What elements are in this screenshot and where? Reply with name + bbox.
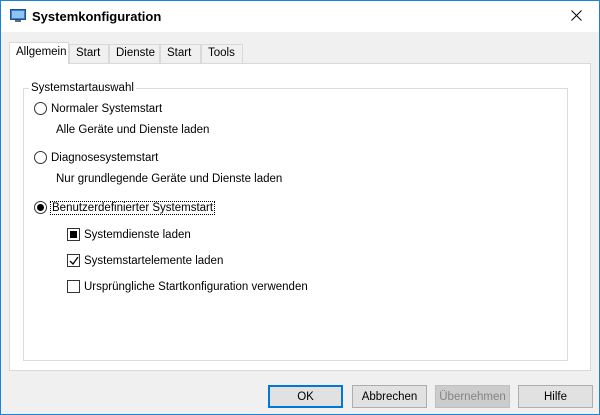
tab-label: Start xyxy=(167,47,192,59)
ok-button[interactable]: OK xyxy=(268,385,343,408)
close-icon xyxy=(571,9,582,24)
help-button[interactable]: Hilfe xyxy=(518,385,593,408)
radio-label: Diagnosesystemstart xyxy=(51,151,159,164)
apply-button[interactable]: Übernehmen xyxy=(435,385,510,408)
checkbox-label: Systemdienste laden xyxy=(84,228,191,241)
tab-label: Dienste xyxy=(116,47,155,59)
tab-label: Tools xyxy=(208,47,235,59)
tab-start-2[interactable]: Start xyxy=(160,44,201,63)
msconfig-icon xyxy=(10,9,26,23)
radio-label: Benutzerdefinierter Systemstart xyxy=(49,200,216,215)
option-description: Nur grundlegende Geräte und Dienste lade… xyxy=(56,173,283,185)
radio-label: Normaler Systemstart xyxy=(51,102,163,115)
tab-tools[interactable]: Tools xyxy=(201,44,243,63)
tab-dienste[interactable]: Dienste xyxy=(109,44,160,63)
radio-normal-startup[interactable]: Normaler Systemstart xyxy=(34,102,162,115)
tab-start[interactable]: Start xyxy=(69,44,109,63)
radio-button[interactable] xyxy=(34,151,47,164)
cancel-button[interactable]: Abbrechen xyxy=(352,385,427,408)
close-button[interactable] xyxy=(554,1,599,32)
checkbox[interactable] xyxy=(67,254,80,267)
radio-button[interactable] xyxy=(34,102,47,115)
checkmark-icon xyxy=(69,256,79,266)
checkbox-load-startup-items[interactable]: Systemstartelemente laden xyxy=(67,254,223,267)
checkbox[interactable] xyxy=(67,280,80,293)
button-label: Übernehmen xyxy=(439,390,506,403)
button-label: OK xyxy=(297,390,314,403)
title-bar[interactable]: Systemkonfiguration xyxy=(1,1,599,32)
tab-allgemein[interactable]: Allgemein xyxy=(9,42,69,64)
checkbox-label: Ursprüngliche Startkonfiguration verwend… xyxy=(84,280,308,293)
checkbox-label: Systemstartelemente laden xyxy=(84,254,224,267)
checkbox[interactable] xyxy=(67,228,80,241)
checkbox-load-system-services[interactable]: Systemdienste laden xyxy=(67,228,191,241)
radio-button-selected[interactable] xyxy=(34,201,47,214)
window-title: Systemkonfiguration xyxy=(32,9,162,24)
button-label: Abbrechen xyxy=(361,390,418,403)
button-label: Hilfe xyxy=(543,390,567,403)
tab-panel-allgemein: Systemstartauswahl Normaler Systemstart … xyxy=(9,63,591,371)
checkbox-use-original-boot-config[interactable]: Ursprüngliche Startkonfiguration verwend… xyxy=(67,280,308,293)
radio-diagnostic-startup[interactable]: Diagnosesystemstart xyxy=(34,151,158,164)
group-title: Systemstartauswahl xyxy=(29,82,136,94)
tab-label: Start xyxy=(76,47,101,59)
dialog-window: Systemkonfiguration Allgemein Start Dien… xyxy=(0,0,600,415)
tab-label: Allgemein xyxy=(16,46,67,58)
radio-selective-startup[interactable]: Benutzerdefinierter Systemstart xyxy=(34,200,216,215)
startup-selection-group: Systemstartauswahl Normaler Systemstart … xyxy=(23,82,568,361)
option-description: Alle Geräte und Dienste laden xyxy=(56,124,210,136)
